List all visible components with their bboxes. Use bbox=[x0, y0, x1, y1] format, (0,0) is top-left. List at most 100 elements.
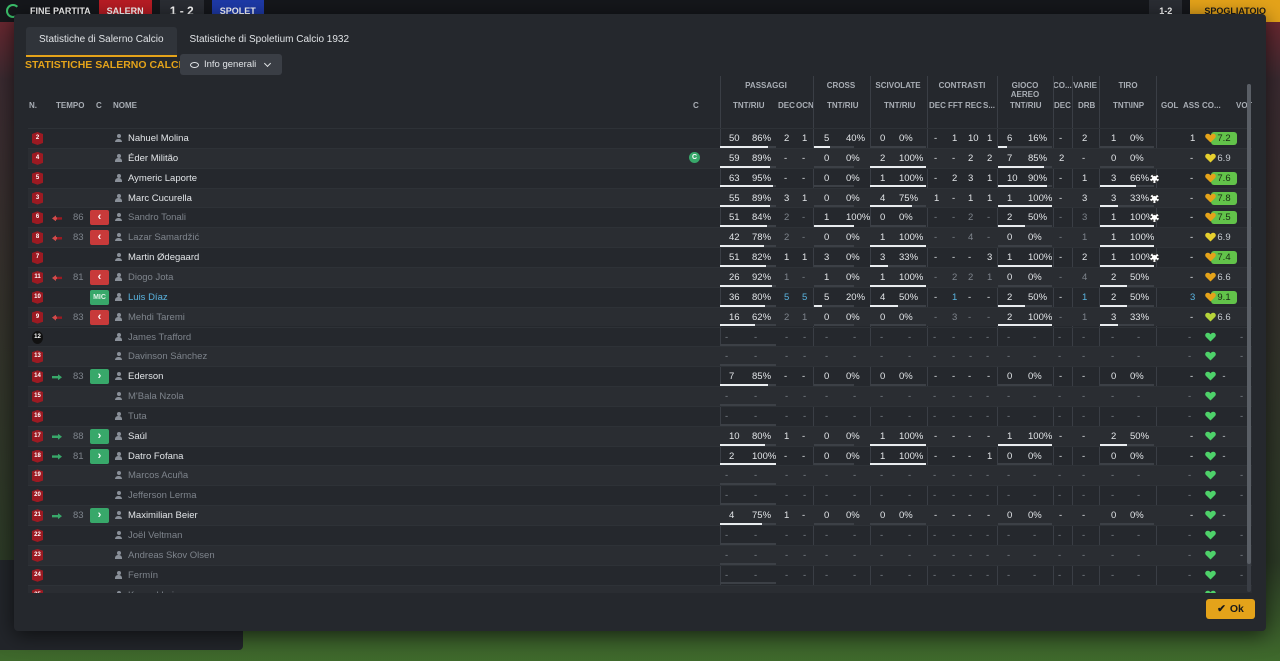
player-name[interactable]: Aymeric Laporte bbox=[128, 173, 197, 184]
table-row[interactable]: 11 81 ‹ Diogo Jota 26 92% 1-1 0% 1 100% -2 2 1 0 0% -4 2… bbox=[28, 266, 1252, 287]
stat-drb: 2 bbox=[1082, 252, 1088, 264]
player-name[interactable]: Mehdi Taremi bbox=[128, 312, 185, 323]
header-aereo-tnt[interactable]: TNT/RIU bbox=[1010, 101, 1042, 110]
header-tiro-tnt[interactable]: TNT\INP bbox=[1113, 101, 1144, 110]
player-name[interactable]: Ederson bbox=[128, 371, 163, 382]
player-name[interactable]: Diogo Jota bbox=[128, 272, 173, 283]
table-row[interactable]: 20 Jefferson Lerma - - - - - - - - - - - - - - - - - - - - bbox=[28, 485, 1252, 506]
player-name[interactable]: Maximilian Beier bbox=[128, 510, 198, 521]
header-c[interactable]: C bbox=[96, 101, 102, 110]
header-cross-tnt[interactable]: TNT/RIU bbox=[827, 101, 859, 110]
table-row[interactable]: 9 83 ‹ Mehdi Taremi 16 62% 2 1 0 0% 0 0% -3- -2 100% -1… bbox=[28, 306, 1252, 327]
stat-sc-1: 0% bbox=[899, 371, 913, 383]
player-name[interactable]: M'Bala Nzola bbox=[128, 391, 184, 402]
header-drb[interactable]: DRB bbox=[1078, 101, 1095, 110]
header-rec[interactable]: REC bbox=[965, 101, 982, 110]
table-row[interactable]: 6 86 ‹ Sandro Tonali 51 84% 2-1 100% 0 0% - -2-2 50%… bbox=[28, 207, 1252, 228]
player-name[interactable]: Saúl bbox=[128, 431, 147, 442]
empty-stat: - bbox=[952, 470, 956, 482]
table-row[interactable]: 5 Aymeric Laporte 63 95% - -0 0% 1 100% -2 3 1 10 90%… bbox=[28, 167, 1252, 188]
stat-pas-1: 92% bbox=[752, 271, 772, 283]
table-row[interactable]: 17 88 › Saúl 10 80% 1-0 0% 1 100% - - - -1 100% - -2 50% -… bbox=[28, 425, 1252, 446]
player-name[interactable]: Davinson Sánchez bbox=[128, 351, 207, 362]
ok-button[interactable]: ✔ Ok bbox=[1206, 599, 1255, 619]
table-row[interactable]: 7 Martin Ødegaard 51 82% 1 1 3 0% 3 33% - - -3 1 100% -… bbox=[28, 247, 1252, 267]
header-ass[interactable]: ASS bbox=[1183, 101, 1199, 110]
table-row[interactable]: 23 Andreas Skov Olsen - - - - - - - - - - - - - - - - - - - - bbox=[28, 544, 1252, 565]
stat-ocn: - bbox=[802, 212, 806, 224]
scrollbar[interactable] bbox=[1247, 84, 1251, 592]
table-row[interactable]: 10 MIC Luis Díaz 36 80% 5 5 5 20% 4 50% -1- -2 50% -1 2… bbox=[28, 286, 1252, 307]
header-co2[interactable]: CO... bbox=[1202, 101, 1221, 110]
table-row[interactable]: 14 83 › Ederson 7 85% - -0 0% 0 0% - - - -0 0% - -0 0% - - bbox=[28, 366, 1252, 386]
player-name[interactable]: Nahuel Molina bbox=[128, 133, 189, 144]
stat-rec: 3 bbox=[968, 172, 974, 184]
stat-pas-0: 63 bbox=[729, 172, 740, 184]
player-name[interactable]: Andreas Skov Olsen bbox=[128, 550, 215, 561]
empty-stat: - bbox=[853, 569, 857, 581]
player-name[interactable]: Jefferson Lerma bbox=[128, 490, 196, 501]
empty-stat: - bbox=[933, 410, 937, 422]
view-selector[interactable]: Info generali bbox=[180, 54, 283, 75]
header-co-dec[interactable]: DEC bbox=[1054, 101, 1071, 110]
header-nome[interactable]: NOME bbox=[113, 101, 137, 110]
player-name[interactable]: James Trafford bbox=[128, 332, 191, 343]
stat-ae-1: 50% bbox=[1028, 291, 1048, 303]
table-row[interactable]: 12 James Trafford - - - - - - - - - - - - - - - - - - - - bbox=[28, 326, 1252, 347]
header-c2[interactable]: C bbox=[693, 101, 699, 110]
shirt-number-badge: 9 bbox=[32, 310, 43, 324]
player-name[interactable]: Tuta bbox=[128, 411, 147, 422]
scrollbar-thumb[interactable] bbox=[1247, 84, 1251, 564]
tab-salerno[interactable]: Statistiche di Salerno Calcio bbox=[26, 27, 177, 57]
shirt-number-badge: 24 bbox=[32, 568, 43, 582]
header-num[interactable]: N. bbox=[29, 101, 37, 110]
table-row[interactable]: 25 Konrad Laimer - - - - - - - - - - - - - - - - - - - - bbox=[28, 584, 1252, 593]
player-name[interactable]: Datro Fofana bbox=[128, 451, 183, 462]
player-name[interactable]: Marcos Acuña bbox=[128, 470, 188, 481]
player-name[interactable]: Konrad Laimer bbox=[128, 590, 190, 593]
table-row[interactable]: 13 Davinson Sánchez - - - - - - - - - - - - - - - - - - - - bbox=[28, 346, 1252, 367]
table-row[interactable]: 21 83 › Maximilian Beier 4 75% 1-0 0% 0 0% - - - -0 0%… bbox=[28, 505, 1252, 525]
empty-stat: - bbox=[986, 351, 990, 363]
player-name[interactable]: Sandro Tonali bbox=[128, 212, 186, 223]
header-gol[interactable]: GOL bbox=[1161, 101, 1178, 110]
player-name[interactable]: Éder Militão bbox=[128, 153, 178, 164]
table-row[interactable]: 8 83 ‹ Lazar Samardžić 42 78% 2-0 0% 1 100% - -4-0 0… bbox=[28, 227, 1252, 248]
header-dec[interactable]: DEC bbox=[778, 101, 795, 110]
sub-out-arrow-icon bbox=[52, 215, 62, 222]
empty-stat: - bbox=[1007, 391, 1011, 403]
header-ocn[interactable]: OCN bbox=[796, 101, 814, 110]
header-pass-tnt[interactable]: TNT/RIU bbox=[733, 101, 765, 110]
player-name[interactable]: Lazar Samardžić bbox=[128, 232, 199, 243]
empty-stat: - bbox=[969, 590, 972, 593]
header-tempo[interactable]: TEMPO bbox=[56, 101, 84, 110]
table-row[interactable]: 2 Nahuel Molina 50 86% 2 1 5 40% 0 0% -1 10 1 6 16% -2 1… bbox=[28, 128, 1252, 148]
header-con-dec[interactable]: DEC bbox=[929, 101, 946, 110]
table-row[interactable]: 16 Tuta - - - - - - - - - - - - - - - - - - - - bbox=[28, 405, 1252, 426]
tab-spoletium[interactable]: Statistiche di Spoletium Calcio 1932 bbox=[177, 27, 363, 57]
header-fft[interactable]: FFT bbox=[948, 101, 963, 110]
table-row[interactable]: 15 M'Bala Nzola - - - - - - - - - - - - - - - - - - - - bbox=[28, 386, 1252, 406]
stat-ass: 3 bbox=[1190, 291, 1196, 303]
player-name[interactable]: Martin Ødegaard bbox=[128, 252, 199, 263]
stat-cr-0: 1 bbox=[824, 271, 830, 283]
player-name[interactable]: Luis Díaz bbox=[128, 292, 168, 303]
table-row[interactable]: 3 Marc Cucurella 55 89% 3 1 0 0% 4 75% 1-1 1 1 100% -3… bbox=[28, 187, 1252, 208]
stat-dec: 1 bbox=[784, 510, 790, 522]
player-name[interactable]: Marc Cucurella bbox=[128, 193, 192, 204]
table-row[interactable]: 4 Éder Militão C 59 89% - -0 0% 2 100% - -2 2 7 85% 2-0… bbox=[28, 147, 1252, 168]
table-row[interactable]: 18 81 › Datro Fofana 2 100% - -0 0% 1 100% - - -1 0 0% -… bbox=[28, 445, 1252, 466]
player-name[interactable]: Fermín bbox=[128, 570, 158, 581]
empty-stat: - bbox=[754, 549, 758, 561]
table-row[interactable]: 19 Marcos Acuña - - - - - - - - - - - - - - - - - - - - bbox=[28, 465, 1252, 486]
stat-drb: 2 bbox=[1082, 133, 1088, 144]
stat-pas-1: 85% bbox=[752, 371, 772, 383]
stat-s: 1 bbox=[987, 271, 993, 283]
stat-ti-1: 66% bbox=[1130, 172, 1150, 184]
table-row[interactable]: 24 Fermín - - - - - - - - - - - - - - - - - - - - bbox=[28, 564, 1252, 585]
player-name[interactable]: Joël Veltman bbox=[128, 530, 182, 541]
header-sciv-tnt[interactable]: TNT/RIU bbox=[884, 101, 916, 110]
table-row[interactable]: 22 Joël Veltman - - - - - - - - - - - - - - - - - - - - bbox=[28, 525, 1252, 545]
header-s[interactable]: S... bbox=[983, 101, 995, 110]
empty-stat: - bbox=[1007, 490, 1011, 502]
